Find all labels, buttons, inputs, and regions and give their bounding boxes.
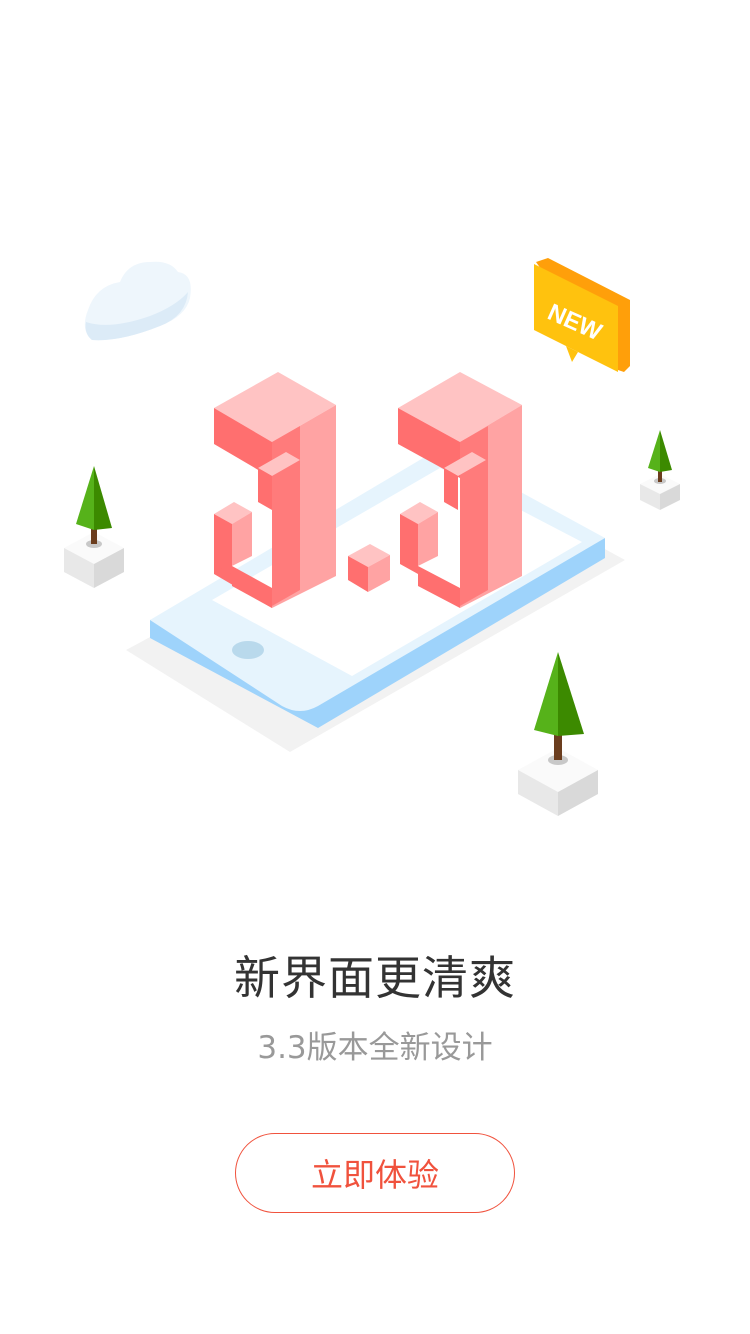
- onboarding-page: NEW 新界面更清爽 3.3版本全新设计 立即体验: [0, 0, 750, 1334]
- phone-home-button: [232, 641, 264, 659]
- cloud-icon: [84, 261, 191, 341]
- digit-three-left: [214, 372, 336, 608]
- page-subtitle: 3.3版本全新设计: [257, 1030, 493, 1066]
- version-illustration: NEW: [64, 258, 680, 816]
- page-title: 新界面更清爽: [234, 951, 516, 1005]
- tree-left-icon: [64, 466, 124, 588]
- try-now-button[interactable]: 立即体验: [235, 1133, 515, 1213]
- new-badge-icon: NEW: [534, 258, 630, 372]
- tree-right-small-icon: [640, 430, 680, 510]
- tree-bottom-right-icon: [518, 652, 598, 816]
